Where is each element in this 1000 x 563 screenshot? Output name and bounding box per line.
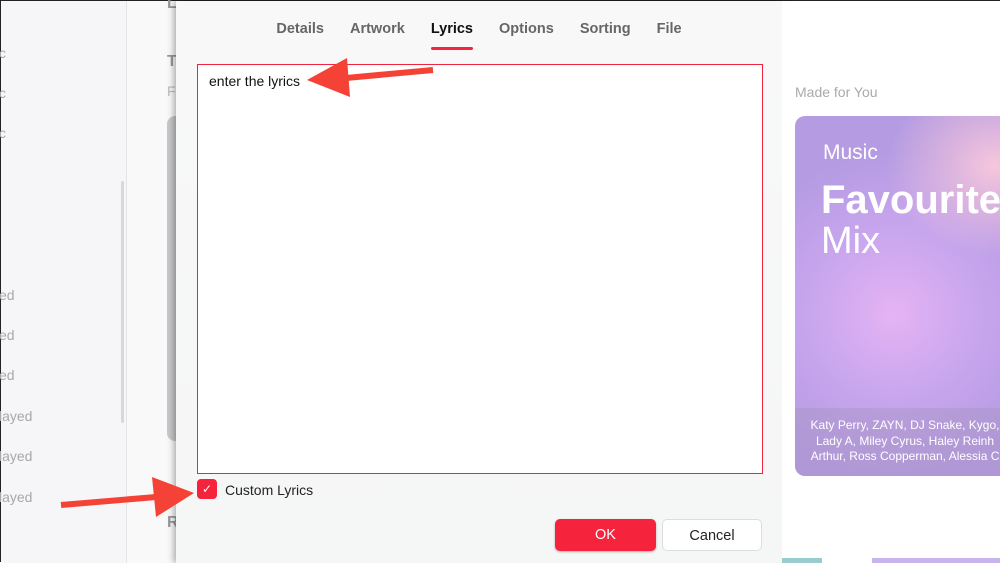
sidebar-item[interactable]: c: [0, 125, 6, 141]
sidebar-item[interactable]: layed: [0, 408, 32, 424]
tab-details[interactable]: Details: [276, 21, 324, 37]
song-info-dialog: Details Artwork Lyrics Options Sorting F…: [176, 1, 782, 563]
custom-lyrics-label[interactable]: Custom Lyrics: [225, 482, 313, 498]
artists-line: Lady A, Miley Cyrus, Haley Reinh: [815, 433, 995, 448]
sidebar-item[interactable]: layed: [0, 489, 32, 505]
tab-artwork[interactable]: Artwork: [350, 21, 405, 37]
made-for-you-section: Made for You Music Favourites Mix Katy P…: [782, 1, 1000, 563]
tab-sorting[interactable]: Sorting: [580, 21, 631, 37]
tab-bar: Details Artwork Lyrics Options Sorting F…: [176, 21, 782, 50]
bottom-tiles: [782, 558, 1000, 563]
card-title: Favourites: [821, 178, 1000, 222]
favourites-mix-card[interactable]: Music Favourites Mix Katy Perry, ZAYN, D…: [795, 116, 1000, 476]
sidebar-item[interactable]: c: [0, 85, 6, 101]
section-title: Made for You: [795, 84, 878, 100]
sidebar-item[interactable]: ed: [0, 367, 15, 383]
apple-music-logo: Music: [823, 141, 878, 165]
custom-lyrics-checkbox[interactable]: ✓: [197, 479, 217, 499]
checkmark-icon: ✓: [201, 482, 213, 496]
artists-line: Arthur, Ross Copperman, Alessia C: [810, 449, 1000, 463]
sidebar-item[interactable]: layed: [0, 448, 32, 464]
tab-file[interactable]: File: [657, 21, 682, 37]
sidebar-item[interactable]: ed: [0, 327, 15, 343]
lyrics-textarea[interactable]: enter the lyrics: [197, 64, 763, 474]
artists-line: Katy Perry, ZAYN, DJ Snake, Kygo,: [810, 418, 1000, 432]
tab-options[interactable]: Options: [499, 21, 554, 37]
sidebar-item[interactable]: ed: [0, 287, 15, 303]
card-artists: Katy Perry, ZAYN, DJ Snake, Kygo, Lady A…: [795, 408, 1000, 476]
card-subtitle: Mix: [821, 220, 881, 262]
brand-label: Music: [823, 141, 878, 164]
bg-subheading: F: [167, 83, 176, 99]
sidebar: c c c ed ed ed layed layed layed: [0, 1, 127, 563]
tab-lyrics[interactable]: Lyrics: [430, 21, 474, 50]
ok-button[interactable]: OK: [555, 519, 656, 551]
sidebar-item[interactable]: c: [0, 45, 6, 61]
cancel-button[interactable]: Cancel: [662, 519, 762, 551]
sidebar-scrollbar[interactable]: [121, 181, 124, 423]
